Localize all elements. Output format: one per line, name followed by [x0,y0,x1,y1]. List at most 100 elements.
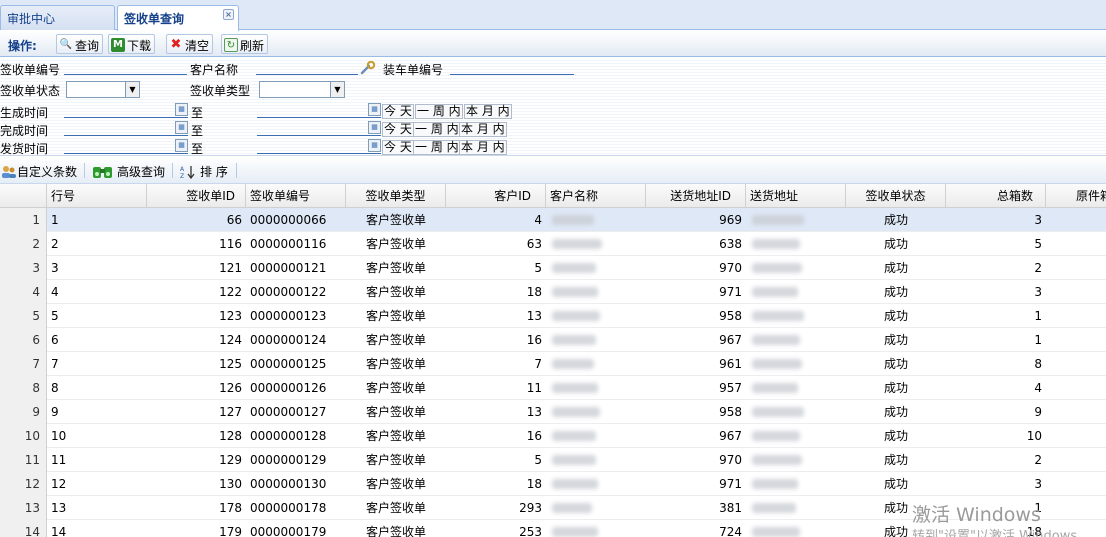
refresh-button[interactable]: ↻ 刷新 [221,34,269,54]
calendar-icon[interactable]: ▦ [175,139,188,152]
calendar-icon[interactable]: ▦ [368,121,381,134]
today-button[interactable]: 今 天 [382,104,414,119]
table-row[interactable]: 11 11 129 0000000129 客户签收单 5 970 成功 2 [0,448,1106,472]
grid-toolbar: 自定义条数 高级查询 A Z 排 序 [0,158,1106,184]
table-row[interactable]: 6 6 124 0000000124 客户签收单 16 967 成功 1 [0,328,1106,352]
to-label: 至 [191,142,204,156]
cell-boxes: 10 [1026,429,1042,443]
week-button[interactable]: 一 周 内 [413,122,461,137]
calendar-icon[interactable]: ▦ [175,121,188,134]
cell-receipt-type: 客户签收单 [365,453,426,467]
cell-status: 成功 [883,285,908,299]
table-row[interactable]: 4 4 122 0000000122 客户签收单 18 971 成功 3 [0,280,1106,304]
table-row[interactable]: 3 3 121 0000000121 客户签收单 5 970 成功 2 [0,256,1106,280]
receipt-type-select[interactable]: ▼ [259,81,345,98]
cell-customer-id: 18 [526,285,542,299]
cell-receipt-id: 130 [219,477,242,491]
customer-name-input[interactable] [256,60,358,75]
month-button[interactable]: 本 月 内 [459,122,507,137]
header-receipt-id[interactable]: 签收单ID [147,184,246,208]
custom-rows-label: 自定义条数 [17,165,78,179]
table-row[interactable]: 8 8 126 0000000126 客户签收单 11 957 成功 4 [0,376,1106,400]
table-row[interactable]: 7 7 125 0000000125 客户签收单 7 961 成功 8 [0,352,1106,376]
done-time-start[interactable]: ▦ [64,121,188,136]
row-number: 3 [0,256,47,280]
header-original-boxes[interactable]: 原件箱 [1046,184,1106,208]
header-rownum [0,184,47,208]
cell-status: 成功 [883,357,908,371]
calendar-icon[interactable]: ▦ [368,139,381,152]
separator [236,163,237,178]
header-customer-id[interactable]: 客户ID [446,184,546,208]
header-address[interactable]: 送货地址 [746,184,846,208]
cell-line: 1 [51,213,59,227]
tab-receipt-query[interactable]: 签收单查询 × [117,5,239,31]
cell-address-id: 638 [719,237,742,251]
header-receipt-type[interactable]: 签收单类型 [346,184,446,208]
calendar-icon[interactable]: ▦ [368,103,381,116]
row-number: 13 [0,496,47,520]
week-button[interactable]: 一 周 内 [413,140,461,155]
wrench-icon[interactable] [360,61,378,75]
cell-customer-name-redacted [552,215,594,225]
cell-receipt-no: 0000000124 [250,333,327,347]
header-boxes[interactable]: 总箱数 [946,184,1046,208]
sort-button[interactable]: A Z 排 序 [180,163,228,180]
tab-label: 审批中心 [7,12,56,26]
tab-approval-center[interactable]: 审批中心 [0,5,115,30]
custom-rows-button[interactable]: 自定义条数 [1,163,77,180]
row-number: 11 [0,448,47,472]
header-receipt-no[interactable]: 签收单编号 [246,184,346,208]
month-button[interactable]: 本 月 内 [464,104,512,119]
clear-label: 清空 [185,38,210,53]
cell-receipt-id: 66 [226,213,242,227]
cell-customer-name-redacted [552,383,598,393]
ship-time-end[interactable]: ▦ [257,139,381,154]
month-button[interactable]: 本 月 内 [459,140,507,155]
week-button[interactable]: 一 周 内 [415,104,463,119]
cell-boxes: 4 [1034,381,1042,395]
gen-time-end[interactable]: ▦ [257,103,381,118]
table-row[interactable]: 12 12 130 0000000130 客户签收单 18 971 成功 3 [0,472,1106,496]
header-line[interactable]: 行号 [47,184,147,208]
cell-receipt-type: 客户签收单 [365,477,426,491]
cell-address-redacted [752,359,802,369]
refresh-label: 刷新 [240,38,265,53]
cell-receipt-type: 客户签收单 [365,309,426,323]
cell-address-redacted [752,479,798,489]
close-icon[interactable]: × [223,9,234,20]
done-time-label: 完成时间 [0,124,49,138]
advanced-query-label: 高级查询 [117,165,166,179]
receipt-no-input[interactable] [64,60,187,75]
today-button[interactable]: 今 天 [382,122,414,137]
table-row[interactable]: 1 1 66 0000000066 客户签收单 4 969 成功 3 [0,208,1106,232]
cell-line: 14 [51,525,67,537]
table-row[interactable]: 5 5 123 0000000123 客户签收单 13 958 成功 1 [0,304,1106,328]
calendar-icon[interactable]: ▦ [175,103,188,116]
clear-button[interactable]: ✖ 清空 [166,34,214,54]
cell-address-redacted [752,455,802,465]
cell-boxes: 9 [1034,405,1042,419]
clear-icon: ✖ [170,37,182,52]
cell-address-redacted [752,311,804,321]
cell-address-redacted [752,407,804,417]
header-status[interactable]: 签收单状态 [846,184,946,208]
query-button[interactable]: 🔍 查询 [56,34,104,54]
header-customer-name[interactable]: 客户名称 [546,184,646,208]
done-time-end[interactable]: ▦ [257,121,381,136]
cell-receipt-type: 客户签收单 [365,357,426,371]
advanced-query-button[interactable]: 高级查询 [92,163,165,180]
table-row[interactable]: 10 10 128 0000000128 客户签收单 16 967 成功 10 [0,424,1106,448]
table-row[interactable]: 9 9 127 0000000127 客户签收单 13 958 成功 9 [0,400,1106,424]
ship-time-start[interactable]: ▦ [64,139,188,154]
header-address-id[interactable]: 送货地址ID [646,184,746,208]
cell-status: 成功 [883,405,908,419]
cell-address-id: 961 [719,357,742,371]
table-row[interactable]: 2 2 116 0000000116 客户签收单 63 638 成功 5 [0,232,1106,256]
receipt-status-select[interactable]: ▼ [66,81,140,98]
gen-time-start[interactable]: ▦ [64,103,188,118]
download-button[interactable]: M 下载 [108,34,156,54]
cell-customer-name-redacted [552,407,600,417]
today-button[interactable]: 今 天 [382,140,414,155]
load-no-input[interactable] [450,60,574,75]
